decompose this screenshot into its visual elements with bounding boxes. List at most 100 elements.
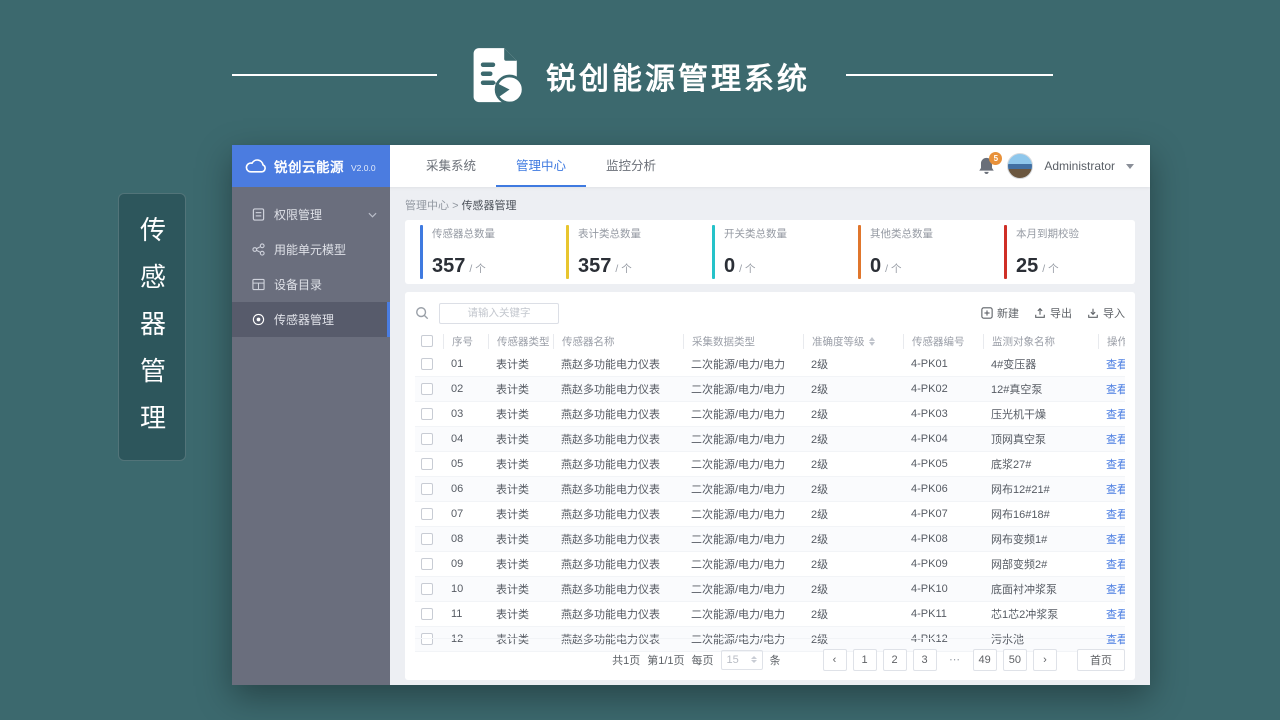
stat-value: 0: [724, 255, 736, 277]
cell-code: 4-PK01: [911, 358, 948, 370]
avatar[interactable]: [1007, 153, 1034, 179]
row-checkbox[interactable]: [421, 608, 433, 620]
row-checkbox[interactable]: [421, 583, 433, 595]
cell-no: 06: [451, 483, 464, 495]
cell-actions: 查看 删除: [1098, 481, 1125, 497]
total-pages: 共1页: [612, 654, 641, 667]
cell-actions: 查看 删除: [1098, 606, 1125, 622]
cell-actions: 查看 删除: [1098, 531, 1125, 547]
current-page-text: 第1/1页: [647, 654, 685, 667]
row-checkbox[interactable]: [421, 383, 433, 395]
view-link[interactable]: 查看: [1106, 409, 1125, 421]
cell-type: 表计类: [496, 459, 529, 471]
sidebar-item-energy-unit-model[interactable]: 用能单元模型: [232, 232, 390, 267]
view-link[interactable]: 查看: [1106, 609, 1125, 621]
app-topbar: 锐创云能源 V2.0.0 采集系统 管理中心 监控分析 5 Administra…: [232, 145, 1150, 187]
row-checkbox[interactable]: [421, 558, 433, 570]
table-row: 08 表计类 燕赵多功能电力仪表 二次能源/电力/电力 2级 4-PK08 网布…: [415, 527, 1125, 552]
cell-data-type: 二次能源/电力/电力: [691, 534, 786, 546]
create-button[interactable]: 新建: [981, 305, 1019, 321]
view-link[interactable]: 查看: [1106, 559, 1125, 571]
view-link[interactable]: 查看: [1106, 484, 1125, 496]
vertical-section-label: 传感器管理: [136, 216, 167, 451]
per-page-input[interactable]: 15: [720, 649, 763, 670]
view-link[interactable]: 查看: [1106, 534, 1125, 546]
sidebar: 权限管理 用能单元模型 设备目录 传感器管理: [232, 187, 390, 685]
document-pie-icon: [473, 48, 524, 105]
cell-name: 燕赵多功能电力仪表: [561, 534, 660, 546]
notification-bell-icon[interactable]: 5: [978, 152, 1003, 176]
cell-name: 燕赵多功能电力仪表: [561, 409, 660, 421]
nav-tab-management[interactable]: 管理中心: [496, 145, 587, 187]
stat-color-bar: [712, 225, 715, 279]
sidebar-item-device-catalog[interactable]: 设备目录: [232, 267, 390, 302]
row-checkbox[interactable]: [421, 458, 433, 470]
nav-tab-monitoring[interactable]: 监控分析: [586, 145, 676, 187]
row-checkbox[interactable]: [421, 508, 433, 520]
cell-data-type: 二次能源/电力/电力: [691, 359, 786, 371]
col-header-no: 序号: [443, 333, 488, 349]
view-link[interactable]: 查看: [1106, 459, 1125, 471]
cell-data-type: 二次能源/电力/电力: [691, 409, 786, 421]
cell-no: 08: [451, 533, 464, 545]
table-row: 07 表计类 燕赵多功能电力仪表 二次能源/电力/电力 2级 4-PK07 网布…: [415, 502, 1125, 527]
view-link[interactable]: 查看: [1106, 434, 1125, 446]
cell-name: 燕赵多功能电力仪表: [561, 609, 660, 621]
cell-data-type: 二次能源/电力/电力: [691, 609, 786, 621]
first-page-button[interactable]: 首页: [1077, 648, 1125, 671]
next-page-button[interactable]: ›: [1033, 648, 1057, 671]
page-button-50[interactable]: 50: [1002, 648, 1027, 671]
view-link[interactable]: 查看: [1106, 584, 1125, 596]
col-header-type[interactable]: 传感器类型: [488, 333, 553, 349]
table-row: 02 表计类 燕赵多功能电力仪表 二次能源/电力/电力 2级 4-PK02 12…: [415, 377, 1125, 402]
nav-tab-collection[interactable]: 采集系统: [406, 145, 496, 187]
sidebar-item-permissions[interactable]: 权限管理: [232, 197, 390, 232]
stepper-icon[interactable]: [750, 656, 757, 663]
page-button-49[interactable]: 49: [972, 648, 997, 671]
view-link[interactable]: 查看: [1106, 384, 1125, 396]
table-row: 01 表计类 燕赵多功能电力仪表 二次能源/电力/电力 2级 4-PK01 4#…: [415, 352, 1125, 377]
sensor-icon: [252, 313, 265, 326]
page-button-1[interactable]: 1: [852, 648, 877, 671]
sidebar-item-sensor-management[interactable]: 传感器管理: [232, 302, 390, 337]
cell-type: 表计类: [496, 384, 529, 396]
breadcrumb-parent[interactable]: 管理中心: [405, 200, 449, 212]
view-link[interactable]: 查看: [1106, 509, 1125, 521]
cell-actions: 查看 删除: [1098, 431, 1125, 447]
col-header-accuracy[interactable]: 准确度等级: [803, 333, 903, 349]
cell-type: 表计类: [496, 609, 529, 621]
row-checkbox[interactable]: [421, 533, 433, 545]
stat-expiring-calibration: 本月到期校验 25/ 个: [989, 225, 1135, 279]
page-ellipsis: ⋯: [949, 654, 960, 666]
chevron-down-icon[interactable]: [1126, 163, 1134, 169]
row-checkbox[interactable]: [421, 408, 433, 420]
search-input[interactable]: [439, 302, 559, 324]
row-checkbox[interactable]: [421, 433, 433, 445]
page-button-3[interactable]: 3: [912, 648, 937, 671]
cell-data-type: 二次能源/电力/电力: [691, 384, 786, 396]
cell-code: 4-PK11: [911, 608, 947, 620]
table-row: 06 表计类 燕赵多功能电力仪表 二次能源/电力/电力 2级 4-PK06 网布…: [415, 477, 1125, 502]
cell-accuracy: 2级: [811, 509, 829, 521]
page-button-2[interactable]: 2: [882, 648, 907, 671]
prev-page-button[interactable]: ‹: [822, 648, 847, 671]
import-button[interactable]: 导入: [1087, 305, 1125, 321]
cell-actions: 查看 删除: [1098, 381, 1125, 397]
cell-type: 表计类: [496, 584, 529, 596]
cell-target: 芯1芯2冲浆泵: [991, 609, 1059, 621]
import-icon: [1088, 308, 1098, 318]
row-checkbox[interactable]: [421, 483, 433, 495]
app-version: V2.0.0: [351, 162, 376, 173]
stat-sensor-total: 传感器总数量 357/ 个: [405, 225, 551, 279]
select-all-checkbox[interactable]: [421, 335, 433, 347]
stats-card-row: 传感器总数量 357/ 个 表计类总数量 357/ 个 开关类总数量 0/ 个: [405, 220, 1135, 284]
row-checkbox[interactable]: [421, 358, 433, 370]
export-button[interactable]: 导出: [1034, 305, 1072, 321]
cell-data-type: 二次能源/电力/电力: [691, 559, 786, 571]
cell-actions: 查看 删除: [1098, 406, 1125, 422]
sort-icon[interactable]: [868, 336, 875, 346]
view-link[interactable]: 查看: [1106, 359, 1125, 371]
user-name[interactable]: Administrator: [1044, 159, 1115, 173]
per-page-unit: 条: [769, 654, 781, 667]
stat-color-bar: [1004, 225, 1007, 279]
